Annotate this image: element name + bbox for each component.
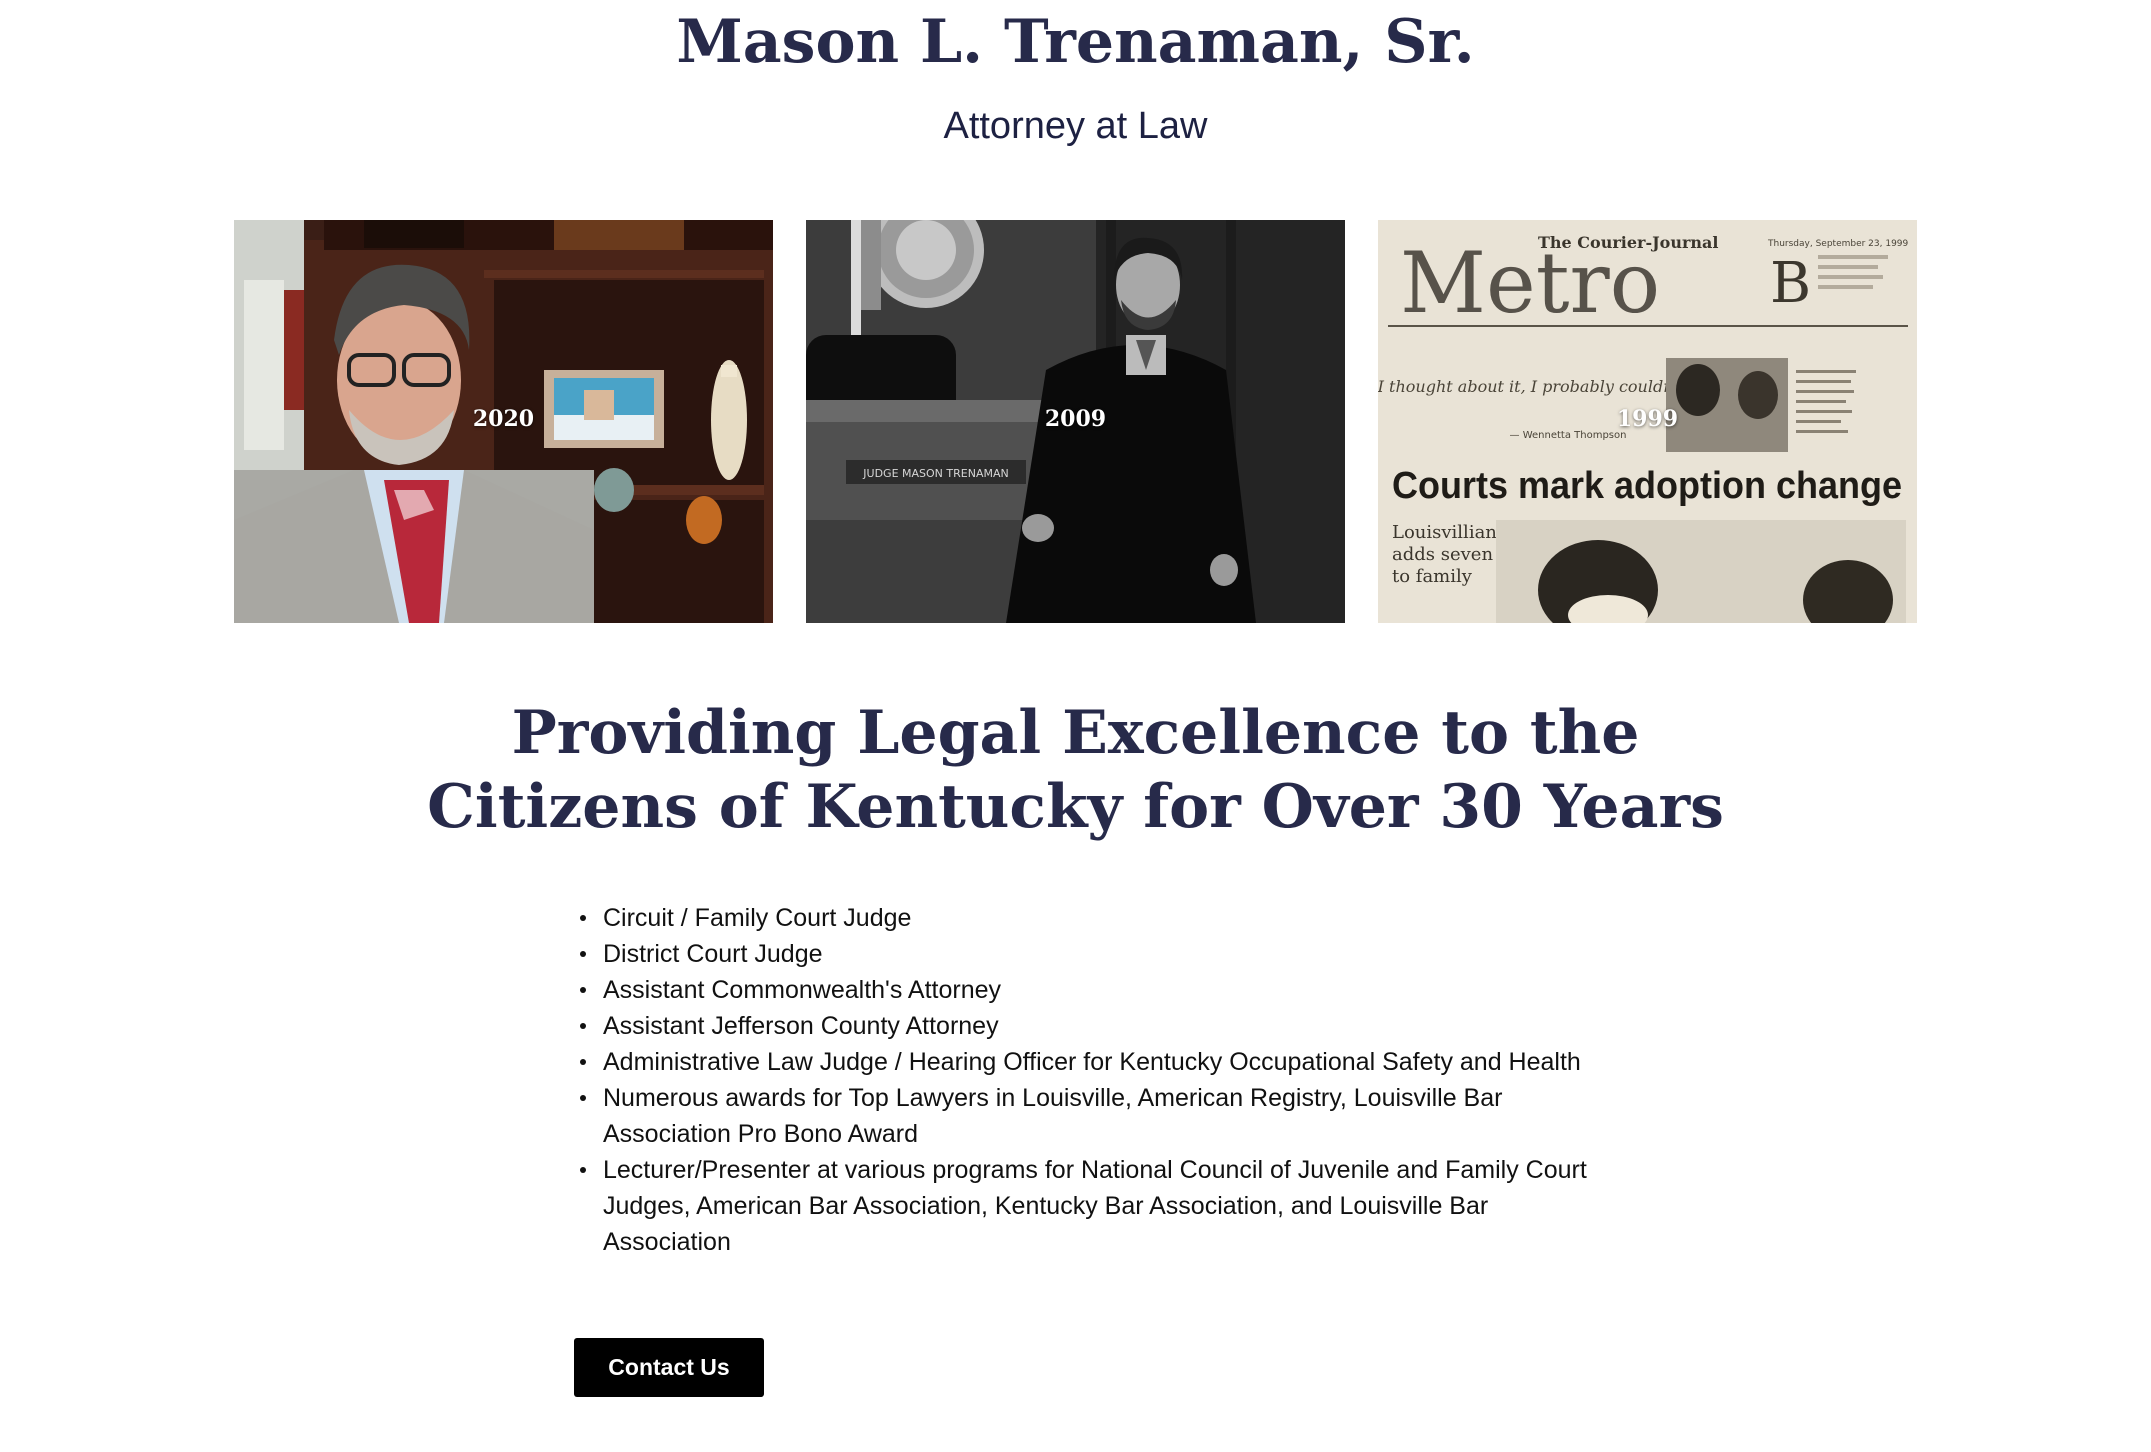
main-headline: Providing Legal Excellence to the Citize… (0, 696, 2151, 844)
credential-item: Circuit / Family Court Judge (580, 900, 1603, 936)
headline-line-1: Providing Legal Excellence to the (511, 698, 1640, 768)
credential-item: Assistant Jefferson County Attorney (580, 1008, 1603, 1044)
credential-item: Lecturer/Presenter at various programs f… (580, 1152, 1603, 1260)
photo-year-label: 2020 (472, 406, 535, 432)
photo-gallery: 2020 JUDGE MASON TRENAMAN 2009 The Couri… (234, 220, 1917, 623)
headline-line-2: Citizens of Kentucky for Over 30 Years (427, 772, 1724, 842)
site-title: Mason L. Trenaman, Sr. (676, 7, 1475, 77)
credential-item: Assistant Commonwealth's Attorney (580, 972, 1603, 1008)
newspaper-subhead-line: Louisvillian (1392, 522, 1497, 543)
newspaper-subhead-line: to family (1392, 566, 1473, 587)
credential-item: Administrative Law Judge / Hearing Offic… (580, 1044, 1603, 1080)
newspaper-subhead-line: adds seven (1392, 544, 1493, 565)
gallery-photo-2020[interactable]: 2020 (234, 220, 773, 623)
photo-year-label: 2009 (1044, 406, 1107, 432)
newspaper-headline: Courts mark adoption change (1392, 465, 1902, 507)
site-subtitle: Attorney at Law (943, 105, 1208, 147)
credentials-list: Circuit / Family Court Judge District Co… (580, 900, 1603, 1260)
newspaper-section-letter: B (1770, 251, 1811, 316)
credential-item: District Court Judge (580, 936, 1603, 972)
contact-us-button[interactable]: Contact Us (574, 1338, 764, 1397)
gallery-photo-2009[interactable]: JUDGE MASON TRENAMAN 2009 (806, 220, 1345, 623)
nameplate-text: JUDGE MASON TRENAMAN (862, 467, 1008, 480)
credential-item: Numerous awards for Top Lawyers in Louis… (580, 1080, 1603, 1152)
photo-year-label: 1999 (1616, 406, 1679, 432)
gallery-photo-1999[interactable]: The Courier-Journal Metro Thursday, Sept… (1378, 220, 1917, 623)
newspaper-date: Thursday, September 23, 1999 (1767, 239, 1909, 249)
newspaper-masthead: Metro (1400, 234, 1660, 332)
